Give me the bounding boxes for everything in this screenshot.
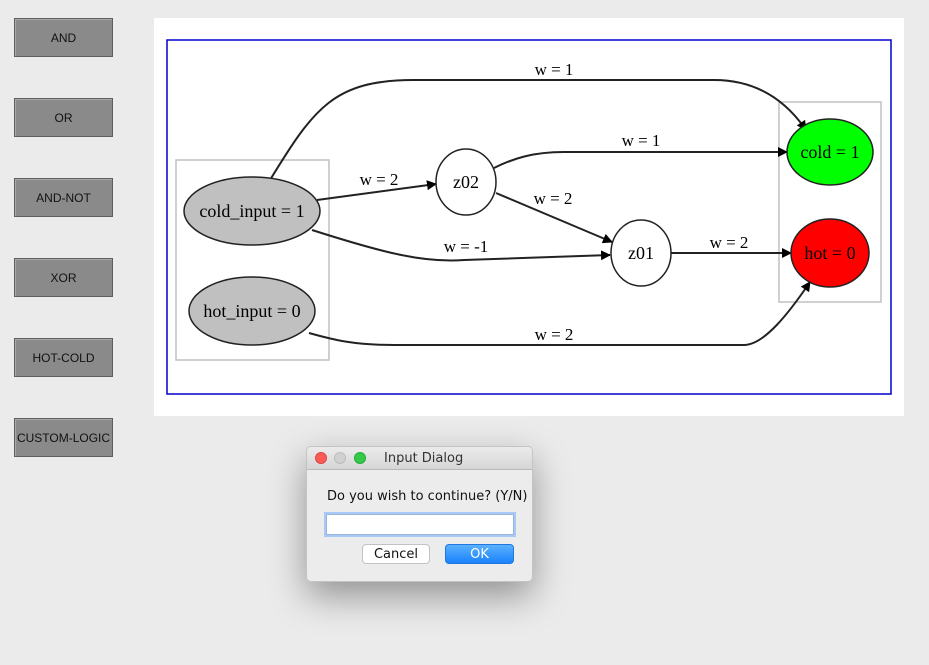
- edge-label: w = 2: [535, 325, 574, 344]
- and-not-button[interactable]: AND-NOT: [14, 178, 113, 217]
- edge-label: w = 1: [535, 60, 574, 79]
- node-label: z02: [453, 172, 479, 192]
- maximize-window-icon[interactable]: [354, 452, 366, 464]
- edge-cold-input-to-cold: [269, 79, 807, 181]
- minimize-window-icon[interactable]: [334, 452, 346, 464]
- xor-button[interactable]: XOR: [14, 258, 113, 297]
- edge-z02-to-cold: [493, 147, 788, 169]
- node-label: z01: [628, 243, 654, 263]
- edge-label: w = 2: [710, 233, 749, 252]
- custom-logic-button[interactable]: CUSTOM-LOGIC: [14, 418, 113, 457]
- cancel-button[interactable]: Cancel: [362, 544, 430, 564]
- input-dialog: Input Dialog Do you wish to continue? (Y…: [306, 446, 533, 582]
- node-label: cold_input = 1: [199, 201, 304, 221]
- close-window-icon[interactable]: [315, 452, 327, 464]
- and-button[interactable]: AND: [14, 18, 113, 57]
- edge-label: w = 1: [622, 131, 661, 150]
- answer-input[interactable]: [326, 514, 514, 535]
- dialog-prompt: Do you wish to continue? (Y/N): [327, 489, 528, 504]
- ok-button[interactable]: OK: [445, 544, 514, 564]
- edge-label: w = -1: [444, 237, 489, 256]
- network-graph: w = 1 w = 1 w = 2 w = 2 w = -1 w = 2 w =…: [166, 39, 892, 395]
- hot-cold-button[interactable]: HOT-COLD: [14, 338, 113, 377]
- node-label: hot = 0: [804, 243, 855, 263]
- or-button[interactable]: OR: [14, 98, 113, 137]
- edge-label: w = 2: [534, 189, 573, 208]
- dialog-titlebar[interactable]: Input Dialog: [307, 447, 532, 470]
- node-label: cold = 1: [800, 142, 859, 162]
- edge-label: w = 2: [360, 170, 399, 189]
- node-label: hot_input = 0: [203, 301, 300, 321]
- dialog-title: Input Dialog: [384, 451, 464, 466]
- graph-panel: w = 1 w = 1 w = 2 w = 2 w = -1 w = 2 w =…: [154, 18, 904, 416]
